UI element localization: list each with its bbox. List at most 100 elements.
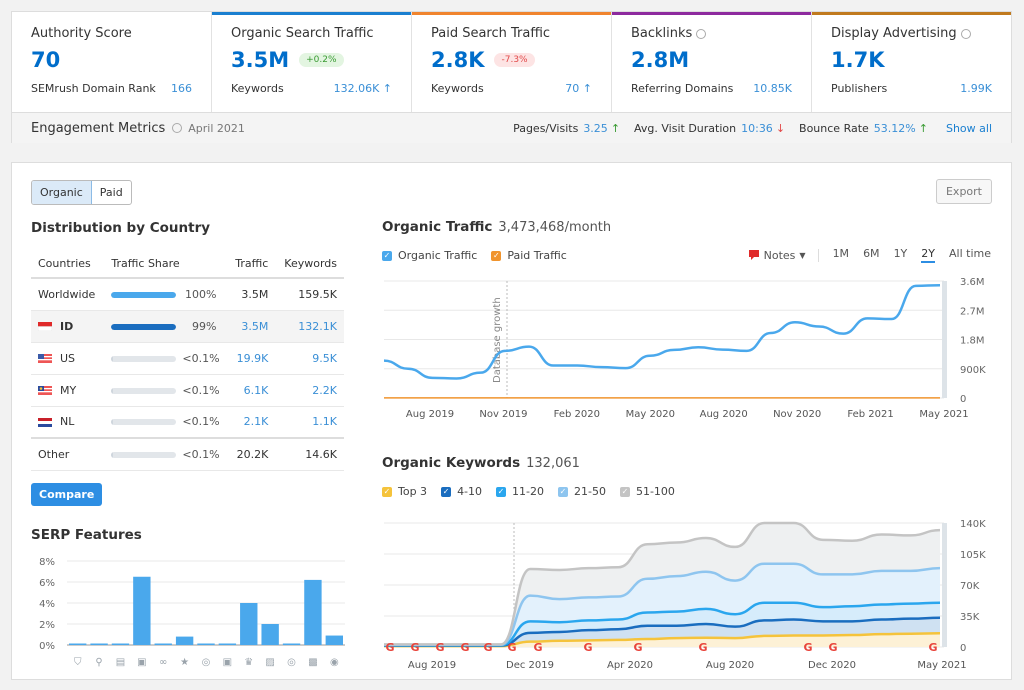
faq-icon[interactable]: ▩ bbox=[308, 657, 317, 668]
organic-toggle[interactable]: Organic bbox=[32, 181, 92, 204]
checkbox-icon[interactable]: ✓ bbox=[382, 487, 392, 497]
scroll-handle[interactable] bbox=[942, 523, 947, 647]
news-icon[interactable]: ▤ bbox=[116, 657, 125, 668]
serp-bar[interactable] bbox=[90, 643, 108, 646]
country-name[interactable]: NL bbox=[60, 415, 74, 428]
serp-bar[interactable] bbox=[261, 624, 279, 645]
card-sub-value[interactable]: 166 bbox=[171, 82, 192, 95]
legend-item[interactable]: ✓ 21-50 bbox=[558, 485, 606, 498]
keywords-value[interactable]: 2.2K bbox=[275, 374, 344, 407]
google-update-icon[interactable]: G bbox=[828, 641, 837, 654]
legend-item[interactable]: ✓ 4-10 bbox=[441, 485, 482, 498]
y-tick-label: 1.8M bbox=[960, 336, 985, 347]
question-icon[interactable]: ◉ bbox=[330, 657, 339, 668]
google-update-icon[interactable]: G bbox=[483, 641, 492, 654]
legend-item[interactable]: ✓ 11-20 bbox=[496, 485, 544, 498]
country-row[interactable]: Other <0.1% 20.2K 14.6K bbox=[31, 437, 344, 471]
serp-bar[interactable] bbox=[175, 636, 194, 645]
traffic-value[interactable]: 3.5M bbox=[226, 310, 276, 343]
metric-card[interactable]: Display Advertising 1.7K Publishers 1.99K bbox=[812, 12, 1011, 112]
google-update-icon[interactable]: G bbox=[533, 641, 542, 654]
country-name[interactable]: US bbox=[60, 352, 75, 365]
serp-bar[interactable] bbox=[111, 643, 130, 646]
notes-dropdown[interactable]: Notes ▼ bbox=[748, 248, 819, 262]
google-update-icon[interactable]: G bbox=[507, 641, 516, 654]
column-header[interactable]: Keywords bbox=[275, 249, 344, 279]
legend-item[interactable]: ✓ 51-100 bbox=[619, 485, 675, 498]
play-icon[interactable]: ◎ bbox=[287, 657, 296, 668]
keywords-value[interactable]: 132.1K bbox=[275, 310, 344, 343]
map-pin-icon[interactable]: ⚲ bbox=[95, 657, 102, 668]
range-2y[interactable]: 2Y bbox=[921, 247, 935, 263]
checkbox-icon[interactable]: ✓ bbox=[558, 487, 568, 497]
checkbox-icon[interactable]: ✓ bbox=[441, 487, 452, 497]
show-all-link[interactable]: Show all bbox=[946, 122, 992, 135]
serp-bar[interactable] bbox=[154, 643, 172, 646]
checkbox-icon[interactable]: ✓ bbox=[382, 251, 392, 261]
image-icon[interactable]: ▨ bbox=[265, 657, 274, 668]
column-header[interactable]: Countries bbox=[31, 249, 105, 279]
graduation-cap-icon[interactable]: ⛉ bbox=[74, 657, 82, 668]
video-carousel-icon[interactable]: ▣ bbox=[223, 657, 232, 668]
star-icon[interactable]: ★ bbox=[180, 657, 189, 668]
google-update-icon[interactable]: G bbox=[633, 641, 642, 654]
google-update-icon[interactable]: G bbox=[385, 641, 394, 654]
metric-card[interactable]: Organic Search Traffic 3.5M +0.2% Keywords 1… bbox=[212, 12, 412, 112]
serp-bar[interactable] bbox=[282, 643, 301, 646]
scroll-handle[interactable] bbox=[942, 281, 947, 398]
card-sub-value[interactable]: 132.06K ↑ bbox=[334, 82, 392, 95]
series-line-organic-traffic[interactable] bbox=[383, 283, 941, 380]
video-icon[interactable]: ◎ bbox=[202, 657, 211, 668]
link-icon[interactable]: ∞ bbox=[159, 657, 167, 668]
google-update-icon[interactable]: G bbox=[698, 641, 707, 654]
checkbox-icon[interactable]: ✓ bbox=[491, 251, 502, 261]
keywords-value[interactable]: 1.1K bbox=[275, 406, 344, 439]
traffic-value[interactable]: 2.1K bbox=[226, 406, 276, 439]
checkbox-icon[interactable]: ✓ bbox=[496, 487, 507, 497]
column-header[interactable]: Traffic Share bbox=[104, 249, 227, 279]
keywords-value[interactable]: 9.5K bbox=[275, 342, 344, 375]
legend-item[interactable]: ✓ Paid Traffic bbox=[491, 249, 567, 262]
google-update-icon[interactable]: G bbox=[803, 641, 812, 654]
country-name[interactable]: MY bbox=[60, 384, 76, 397]
google-update-icon[interactable]: G bbox=[928, 641, 937, 654]
serp-bar[interactable] bbox=[304, 579, 322, 645]
paid-toggle[interactable]: Paid bbox=[92, 181, 131, 204]
country-row[interactable]: Worldwide 100% 3.5M 159.5K bbox=[31, 278, 344, 311]
country-row[interactable]: US <0.1% 19.9K 9.5K bbox=[31, 342, 344, 375]
metric-card[interactable]: Backlinks 2.8M Referring Domains 10.85K bbox=[612, 12, 812, 112]
serp-bar[interactable] bbox=[218, 643, 237, 646]
export-button[interactable]: Export bbox=[935, 179, 992, 204]
traffic-value[interactable]: 6.1K bbox=[226, 374, 276, 407]
card-sub-value[interactable]: 70 ↑ bbox=[565, 82, 592, 95]
column-header[interactable]: Traffic bbox=[226, 249, 276, 279]
google-update-icon[interactable]: G bbox=[410, 641, 419, 654]
traffic-value[interactable]: 19.9K bbox=[226, 342, 276, 375]
card-sub-value[interactable]: 1.99K bbox=[960, 82, 992, 95]
serp-bar[interactable] bbox=[197, 643, 215, 646]
metric-card[interactable]: Authority Score 70 SEMrush Domain Rank 166 bbox=[12, 12, 212, 112]
serp-bar[interactable] bbox=[69, 643, 87, 646]
country-row[interactable]: MY <0.1% 6.1K 2.2K bbox=[31, 374, 344, 407]
range-6m[interactable]: 6M bbox=[863, 247, 880, 263]
google-update-icon[interactable]: G bbox=[583, 641, 592, 654]
checkbox-icon[interactable]: ✓ bbox=[619, 487, 630, 497]
serp-bar[interactable] bbox=[325, 635, 343, 645]
compare-button[interactable]: Compare bbox=[31, 483, 103, 506]
country-row[interactable]: ID 99% 3.5M 132.1K bbox=[31, 310, 344, 343]
legend-item[interactable]: ✓ Organic Traffic bbox=[382, 249, 477, 262]
card-sub-value[interactable]: 10.85K bbox=[753, 82, 792, 95]
google-update-icon[interactable]: G bbox=[435, 641, 444, 654]
range-1y[interactable]: 1Y bbox=[894, 247, 908, 263]
crown-icon[interactable]: ♛ bbox=[244, 657, 253, 668]
range-all-time[interactable]: All time bbox=[949, 247, 991, 263]
metric-card[interactable]: Paid Search Traffic 2.8K -7.3% Keywords 70 ↑ bbox=[412, 12, 612, 112]
country-name[interactable]: ID bbox=[60, 320, 73, 333]
country-row[interactable]: NL <0.1% 2.1K 1.1K bbox=[31, 406, 344, 439]
range-1m[interactable]: 1M bbox=[833, 247, 850, 263]
image-pack-icon[interactable]: ▣ bbox=[137, 657, 146, 668]
serp-bar[interactable] bbox=[133, 576, 151, 645]
serp-bar[interactable] bbox=[240, 603, 258, 645]
legend-item[interactable]: ✓ Top 3 bbox=[382, 485, 427, 498]
google-update-icon[interactable]: G bbox=[460, 641, 469, 654]
